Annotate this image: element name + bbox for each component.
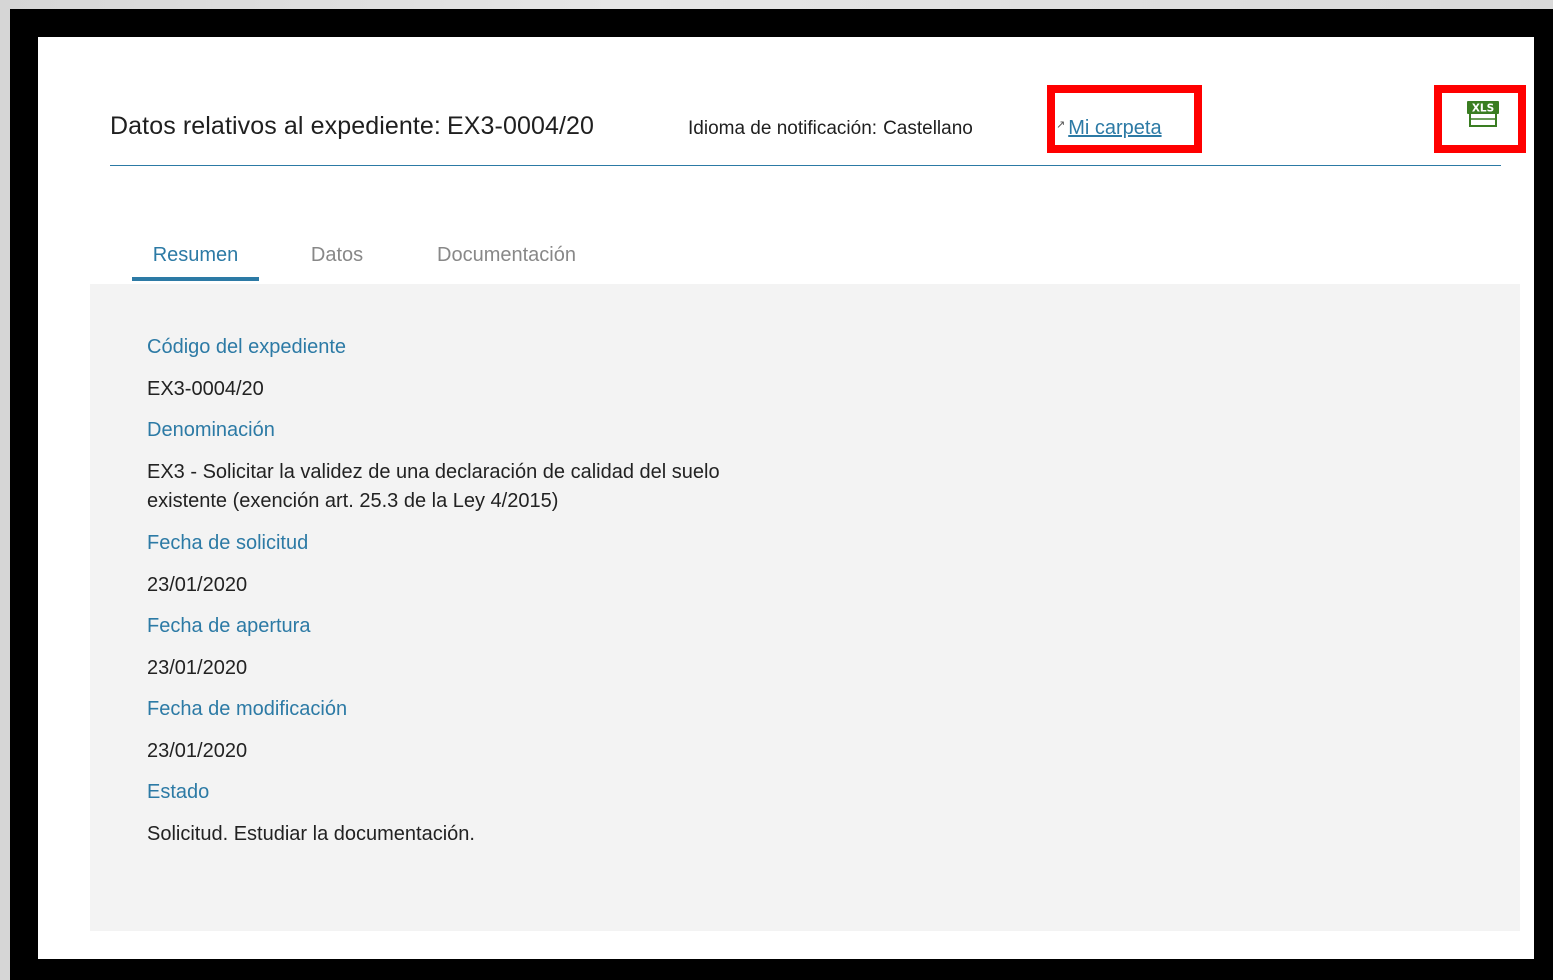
estado-label: Estado bbox=[147, 781, 210, 803]
codigo-label: Código del expediente bbox=[147, 336, 347, 358]
highlight-box-folder bbox=[1047, 85, 1202, 153]
page-title-text: Datos relativos al expediente: bbox=[110, 112, 441, 140]
denominacion-value: EX3 - Solicitar la validez de una declar… bbox=[147, 461, 720, 512]
fecha-solicitud-label: Fecha de solicitud bbox=[147, 532, 309, 554]
estado-value: Solicitud. Estudiar la documentación. bbox=[147, 823, 475, 845]
language-label: Idioma de notificación: bbox=[688, 118, 878, 139]
page-header: Datos relativos al expediente: EX3-0004/2… bbox=[110, 108, 1501, 166]
summary-panel: Código del expediente EX3-0004/20 Denomi… bbox=[90, 284, 1520, 931]
export-xls-button[interactable]: XLS bbox=[1466, 100, 1500, 128]
fecha-apertura-value: 23/01/2020 bbox=[147, 657, 248, 679]
fecha-apertura-label: Fecha de apertura bbox=[147, 615, 311, 637]
notification-language: Idioma de notificación: Castellano bbox=[688, 118, 973, 140]
fecha-solicitud-value: 23/01/2020 bbox=[147, 574, 248, 596]
tab-documentacion[interactable]: Documentación bbox=[414, 232, 599, 281]
svg-text:XLS: XLS bbox=[1472, 103, 1494, 115]
fecha-modificacion-label: Fecha de modificación bbox=[147, 698, 348, 720]
denominacion-label: Denominación bbox=[147, 419, 275, 441]
tab-resumen[interactable]: Resumen bbox=[132, 232, 259, 281]
page-title: Datos relativos al expediente: EX3-0004/2… bbox=[110, 112, 594, 141]
language-value: Castellano bbox=[883, 118, 973, 139]
expediente-code: EX3-0004/20 bbox=[446, 112, 595, 140]
xls-file-icon: XLS bbox=[1467, 101, 1499, 127]
fecha-modificacion-value: 23/01/2020 bbox=[147, 740, 248, 762]
tab-datos[interactable]: Datos bbox=[292, 232, 382, 281]
codigo-value: EX3-0004/20 bbox=[147, 378, 264, 400]
